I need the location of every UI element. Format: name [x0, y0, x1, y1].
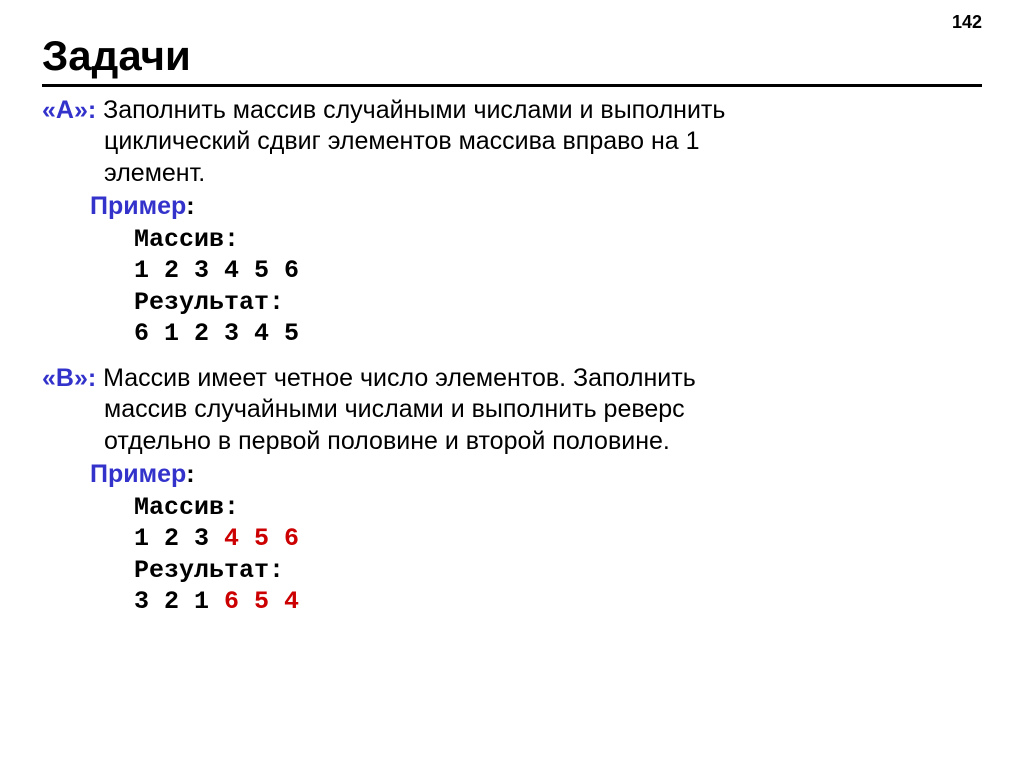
content: «A»: Заполнить массив случайными числами… — [42, 95, 982, 617]
code-line: 6 1 2 3 4 5 — [134, 318, 982, 349]
task-a-example-label: Пример: — [42, 191, 982, 222]
task-b-text-line3: отдельно в первой половине и второй поло… — [104, 426, 982, 457]
task-a: «A»: Заполнить массив случайными числами… — [42, 95, 982, 349]
code-line: Результат: — [134, 555, 982, 586]
task-a-code: Массив: 1 2 3 4 5 6 Результат: 6 1 2 3 4… — [42, 224, 982, 349]
task-a-label: «A»: — [42, 96, 96, 124]
page-title: Задачи — [42, 32, 982, 87]
task-b-code: Массив: 1 2 3 4 5 6 Результат: 3 2 1 6 5… — [42, 492, 982, 617]
task-b-example-label: Пример: — [42, 459, 982, 490]
code-line: 3 2 1 6 5 4 — [134, 586, 982, 617]
code-line: Массив: — [134, 224, 982, 255]
task-a-text-line3: элемент. — [104, 158, 982, 189]
code-line: Массив: — [134, 492, 982, 523]
task-b-label: «B»: — [42, 364, 96, 392]
code-line: 1 2 3 4 5 6 — [134, 523, 982, 554]
task-b: «B»: Массив имеет четное число элементов… — [42, 363, 982, 617]
page-number: 142 — [952, 12, 982, 33]
code-line: 1 2 3 4 5 6 — [134, 255, 982, 286]
task-a-text-line2: циклический сдвиг элементов массива впра… — [104, 126, 982, 157]
task-b-text-line2: массив случайными числами и выполнить ре… — [104, 394, 982, 425]
task-b-text-line1: Массив имеет четное число элементов. Зап… — [96, 364, 696, 392]
task-a-text-line1: Заполнить массив случайными числами и вы… — [96, 96, 725, 124]
code-line: Результат: — [134, 287, 982, 318]
